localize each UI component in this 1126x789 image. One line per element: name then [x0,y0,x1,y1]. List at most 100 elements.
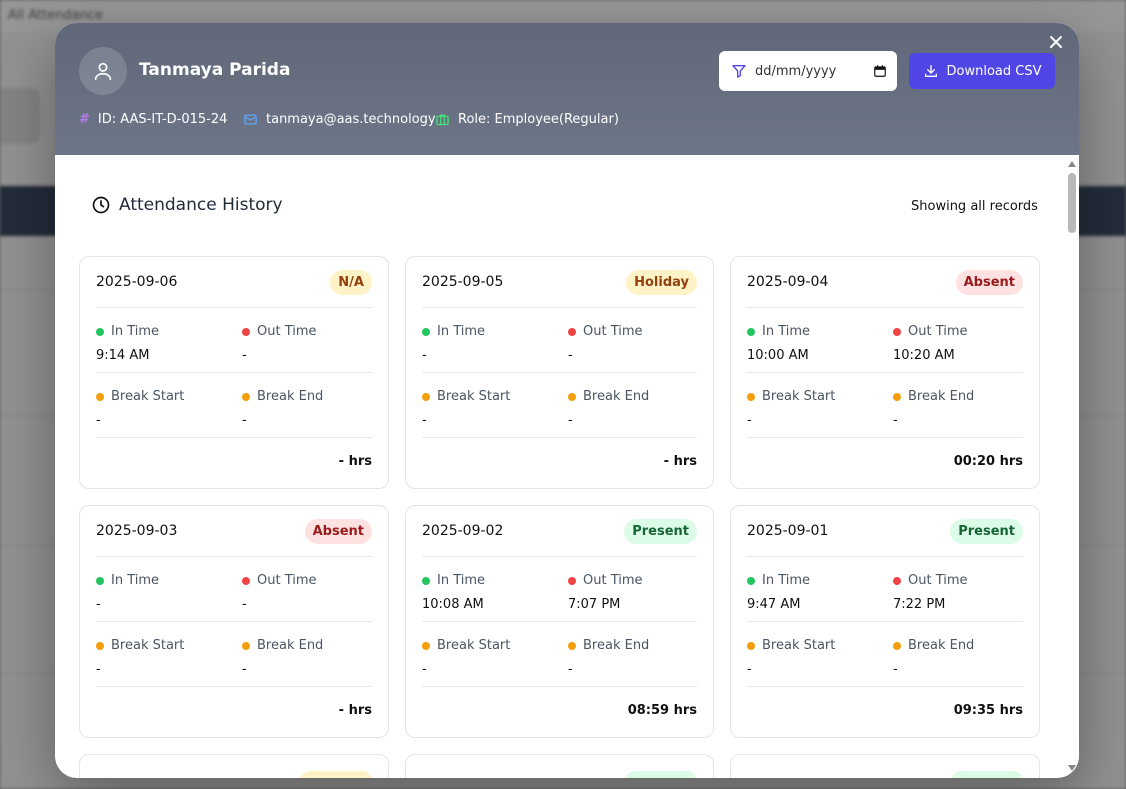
attendance-card: 2025-09-02 Present In Time 10:08 AM Out … [405,505,714,738]
date-placeholder: dd/mm/yyyy [755,63,837,79]
employee-id: # ID: AAS-IT-D-015-24 [79,112,227,127]
break-start-dot [96,641,104,650]
break-end-label: Break End [583,638,650,653]
break-start-value: - [747,413,752,428]
card-date: 2025-09-03 [96,523,178,539]
in-time-dot [422,327,430,336]
close-button[interactable] [1045,31,1067,53]
out-time-field: Out Time 7:07 PM [568,573,697,621]
employee-email-text: tanmaya@aas.technology [266,112,436,127]
scroll-down-arrow[interactable] [1068,765,1076,771]
out-time-dot [568,327,576,336]
hash-icon: # [79,112,90,127]
status-badge-partial [300,771,372,778]
attendance-modal: Tanmaya Parida # ID: AAS-IT-D-015-24 tan… [55,23,1079,778]
out-time-value: - [568,348,573,363]
break-start-label: Break Start [111,389,185,404]
date-filter-input[interactable]: dd/mm/yyyy [719,51,897,91]
briefcase-icon [436,114,449,126]
out-time-field: Out Time 10:20 AM [893,324,1023,372]
attendance-card-partial [79,754,389,778]
break-end-value: - [242,413,247,428]
in-time-label: In Time [437,324,486,339]
card-header: 2025-09-05 Holiday [422,257,697,308]
break-start-field: Break Start - [96,638,242,686]
break-end-dot [242,392,250,401]
download-csv-button[interactable]: Download CSV [909,53,1055,89]
in-time-field: In Time 9:47 AM [747,573,893,621]
time-section: In Time 10:08 AM Out Time 7:07 PM [422,557,697,622]
in-time-field: In Time - [422,324,568,372]
card-date: 2025-09-06 [96,274,178,290]
out-time-label: Out Time [583,324,643,339]
attendance-card: 2025-09-01 Present In Time 9:47 AM Out T… [730,505,1040,738]
break-end-field: Break End - [568,389,697,437]
break-start-value: - [96,413,101,428]
out-time-dot [893,576,901,585]
employee-role-text: Role: Employee(Regular) [458,112,619,127]
status-badge: Absent [304,518,372,544]
in-time-value: - [96,597,101,612]
scrollbar-thumb[interactable] [1068,173,1076,233]
break-start-label: Break Start [437,638,511,653]
attendance-card: 2025-09-05 Holiday In Time - Out Time - … [405,256,714,489]
break-end-dot [893,641,901,650]
out-time-dot [893,327,901,336]
calendar-icon[interactable] [873,64,887,78]
break-end-value: - [242,662,247,677]
out-time-label: Out Time [257,573,317,588]
break-start-field: Break Start - [422,638,568,686]
status-badge: Holiday [626,269,697,295]
mail-icon [244,114,257,125]
in-time-value: 9:47 AM [747,597,801,612]
break-end-value: - [893,413,898,428]
out-time-field: Out Time - [242,573,372,621]
break-end-field: Break End - [893,389,1023,437]
card-date: 2025-09-01 [747,523,829,539]
in-time-value: 10:08 AM [422,597,484,612]
out-time-value: 7:22 PM [893,597,946,612]
card-header: 2025-09-02 Present [422,506,697,557]
status-badge: Present [950,518,1023,544]
out-time-label: Out Time [908,324,968,339]
scrollbar-track[interactable] [1065,157,1079,778]
in-time-label: In Time [111,324,160,339]
time-section: In Time 10:00 AM Out Time 10:20 AM [747,308,1023,373]
out-time-value: - [242,597,247,612]
attendance-card-grid: 2025-09-06 N/A In Time 9:14 AM Out Time … [79,256,1041,778]
modal-header: Tanmaya Parida # ID: AAS-IT-D-015-24 tan… [55,23,1079,155]
total-hours: - hrs [663,454,697,469]
break-end-dot [568,641,576,650]
break-end-value: - [568,413,573,428]
out-time-label: Out Time [908,573,968,588]
download-csv-label: Download CSV [946,63,1042,79]
break-end-label: Break End [257,389,324,404]
card-date: 2025-09-05 [422,274,504,290]
in-time-field: In Time 10:08 AM [422,573,568,621]
in-time-value: 10:00 AM [747,348,809,363]
out-time-field: Out Time - [568,324,697,372]
break-start-label: Break Start [111,638,185,653]
in-time-label: In Time [762,573,811,588]
out-time-field: Out Time 7:22 PM [893,573,1023,621]
break-start-field: Break Start - [747,389,893,437]
total-hours: 09:35 hrs [953,703,1023,718]
break-end-label: Break End [908,389,975,404]
status-badge: Absent [955,269,1023,295]
in-time-label: In Time [111,573,160,588]
card-header: 2025-09-06 N/A [96,257,372,308]
total-hours: 08:59 hrs [627,703,697,718]
break-start-label: Break Start [762,389,836,404]
download-icon [924,65,937,77]
attendance-card: 2025-09-04 Absent In Time 10:00 AM Out T… [730,256,1040,489]
scroll-up-arrow[interactable] [1068,161,1076,167]
card-header: 2025-09-03 Absent [96,506,372,557]
status-badge-partial [951,771,1023,778]
card-date: 2025-09-02 [422,523,504,539]
in-time-dot [747,327,755,336]
break-section: Break Start - Break End - [422,622,697,687]
break-start-dot [747,392,755,401]
break-start-value: - [422,413,427,428]
out-time-dot [568,576,576,585]
clock-icon [92,196,110,214]
